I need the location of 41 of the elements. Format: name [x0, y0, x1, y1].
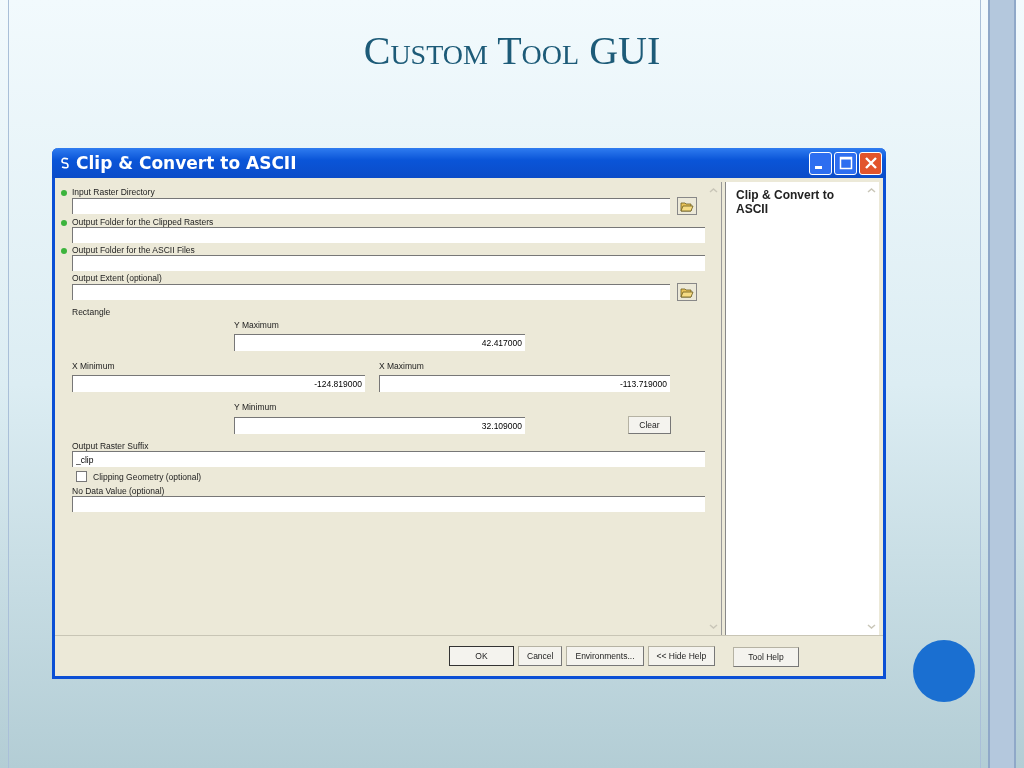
input-field[interactable]: 42.417000 [234, 334, 525, 351]
browse-button[interactable] [677, 283, 697, 301]
field-label: Y Maximum [234, 320, 279, 330]
clear-button[interactable]: Clear [628, 416, 671, 434]
input-field[interactable] [72, 198, 670, 214]
dialog-button[interactable]: Cancel [518, 646, 563, 666]
field-label: X Minimum [72, 361, 116, 371]
input-field[interactable]: _clip [72, 451, 705, 467]
checkbox[interactable] [76, 471, 87, 482]
input-field[interactable] [72, 255, 705, 271]
group-label: Rectangle [72, 307, 112, 319]
maximize-button[interactable] [834, 151, 857, 175]
window-title: Clip & Convert to ASCII [76, 153, 298, 173]
tool-icon [60, 157, 70, 169]
input-field[interactable] [72, 227, 705, 243]
input-field[interactable]: -113.719000 [379, 375, 670, 392]
dialog-button[interactable]: Environments... [566, 646, 644, 666]
input-field[interactable]: -124.819000 [72, 375, 365, 392]
field-label: Output Folder for the ASCII Files [72, 244, 195, 255]
checkbox-label: Clipping Geometry (optional) [93, 471, 202, 482]
field-label: No Data Value (optional) [72, 485, 165, 496]
field-label: Output Extent (optional) [72, 272, 162, 283]
browse-button[interactable] [677, 197, 697, 215]
field-label: Output Folder for the Clipped Rasters [72, 216, 214, 227]
minimize-icon [815, 165, 822, 169]
input-field[interactable] [72, 496, 705, 512]
dialog-button[interactable]: << Hide Help [647, 646, 716, 666]
field-label: X Maximum [379, 361, 424, 371]
input-field[interactable] [72, 284, 670, 300]
close-icon [863, 156, 878, 170]
field-label: Y Minimum [234, 402, 277, 412]
help-title: Clip & Convert to ASCII [735, 187, 835, 218]
input-field[interactable]: 32.109000 [234, 416, 525, 434]
slide-title: Custom Tool GUI [363, 27, 661, 75]
minimize-button[interactable] [809, 151, 832, 175]
tool-help-button[interactable]: Tool Help [733, 646, 799, 667]
field-label: Input Raster Directory [72, 186, 155, 197]
field-label: Output Raster Suffix [72, 440, 149, 451]
dialog-button[interactable]: OK [449, 646, 514, 666]
maximize-icon [838, 156, 853, 170]
close-button[interactable] [859, 151, 882, 175]
